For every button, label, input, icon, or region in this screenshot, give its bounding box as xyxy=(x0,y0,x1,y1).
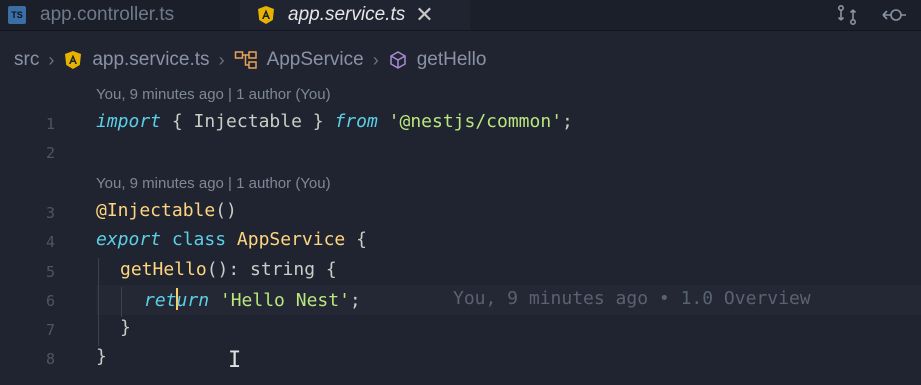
brace: { xyxy=(345,229,367,250)
tab-app-controller[interactable]: TS app.controller.ts xyxy=(0,0,240,30)
go-back-icon[interactable] xyxy=(881,3,907,27)
code-line-6: return 'Hello Nest'; xyxy=(144,288,361,311)
code-line-4: export class AppService { xyxy=(96,229,367,250)
keyword-return: ret xyxy=(144,290,177,311)
line-number: 4 xyxy=(45,233,55,251)
indent-guide xyxy=(121,287,122,317)
line-number: 3 xyxy=(45,204,55,222)
code-line-7: } xyxy=(120,317,131,338)
method-name: getHello xyxy=(120,259,207,280)
class-name: AppService xyxy=(236,229,346,250)
chevron-right-icon: › xyxy=(372,49,379,70)
brace: } xyxy=(301,111,335,132)
closing-brace: } xyxy=(96,346,107,367)
keyword-class: class xyxy=(161,229,237,250)
breadcrumb-file-label: app.service.ts xyxy=(92,49,210,70)
decorator: @Injectable xyxy=(96,200,216,221)
chevron-right-icon: › xyxy=(218,49,225,70)
semicolon: ; xyxy=(349,290,361,311)
code-editor[interactable]: You, 9 minutes ago | 1 author (You) You,… xyxy=(0,78,921,385)
line-number: 7 xyxy=(45,321,55,339)
mouse-ibeam-cursor-icon: I xyxy=(228,348,242,373)
brace: { xyxy=(161,111,194,132)
line-number: 1 xyxy=(45,115,55,133)
angular-icon xyxy=(256,5,276,25)
keyword-export: export xyxy=(96,229,162,250)
breadcrumb-method[interactable]: getHello xyxy=(388,49,487,71)
indent-guide xyxy=(98,258,99,346)
breadcrumb-src[interactable]: src xyxy=(14,49,39,71)
breadcrumb-class[interactable]: AppService xyxy=(234,49,364,71)
tab-bar: TS app.controller.ts app.service.ts ✕ xyxy=(0,0,921,31)
method-signature: (): string { xyxy=(206,259,337,280)
breadcrumb-file[interactable]: app.service.ts xyxy=(63,49,210,71)
identifier-injectable: Injectable xyxy=(193,111,302,132)
chevron-right-icon: › xyxy=(48,49,55,70)
keyword-return: urn xyxy=(176,290,210,311)
string-module: '@nestjs/common' xyxy=(388,111,563,132)
inline-git-blame: You, 9 minutes ago • 1.0 Overview xyxy=(453,288,811,309)
class-symbol-icon xyxy=(234,50,258,70)
code-line-1: import { Injectable } from '@nestjs/comm… xyxy=(96,111,573,132)
keyword-import: import xyxy=(96,111,162,132)
code-line-5: getHello(): string { xyxy=(120,259,337,280)
typescript-icon: TS xyxy=(8,6,26,24)
parens: () xyxy=(215,200,237,221)
tab-label: app.service.ts xyxy=(288,4,406,25)
code-line-3: @Injectable() xyxy=(96,200,237,221)
angular-icon xyxy=(63,50,83,70)
breadcrumb-method-label: getHello xyxy=(416,49,487,70)
breadcrumb: src › app.service.ts › AppService › getH… xyxy=(0,44,921,76)
compare-changes-icon[interactable] xyxy=(835,3,859,27)
tab-label: app.controller.ts xyxy=(40,4,175,25)
codelens-author[interactable]: You, 9 minutes ago | 1 author (You) xyxy=(96,86,331,103)
breadcrumb-class-label: AppService xyxy=(266,49,364,70)
tab-app-service[interactable]: app.service.ts ✕ xyxy=(240,0,470,30)
line-number: 2 xyxy=(45,144,55,162)
closing-brace: } xyxy=(120,317,131,338)
editor-actions xyxy=(835,0,921,30)
codelens-author[interactable]: You, 9 minutes ago | 1 author (You) xyxy=(96,175,331,192)
line-number: 8 xyxy=(45,350,55,368)
close-icon[interactable]: ✕ xyxy=(415,2,433,28)
code-line-8: } xyxy=(96,346,107,367)
method-symbol-icon xyxy=(388,50,408,70)
line-number: 5 xyxy=(45,263,55,281)
keyword-from: from xyxy=(334,111,378,132)
string-literal: 'Hello Nest' xyxy=(219,290,350,311)
line-number: 6 xyxy=(45,292,55,310)
semicolon: ; xyxy=(562,111,573,132)
